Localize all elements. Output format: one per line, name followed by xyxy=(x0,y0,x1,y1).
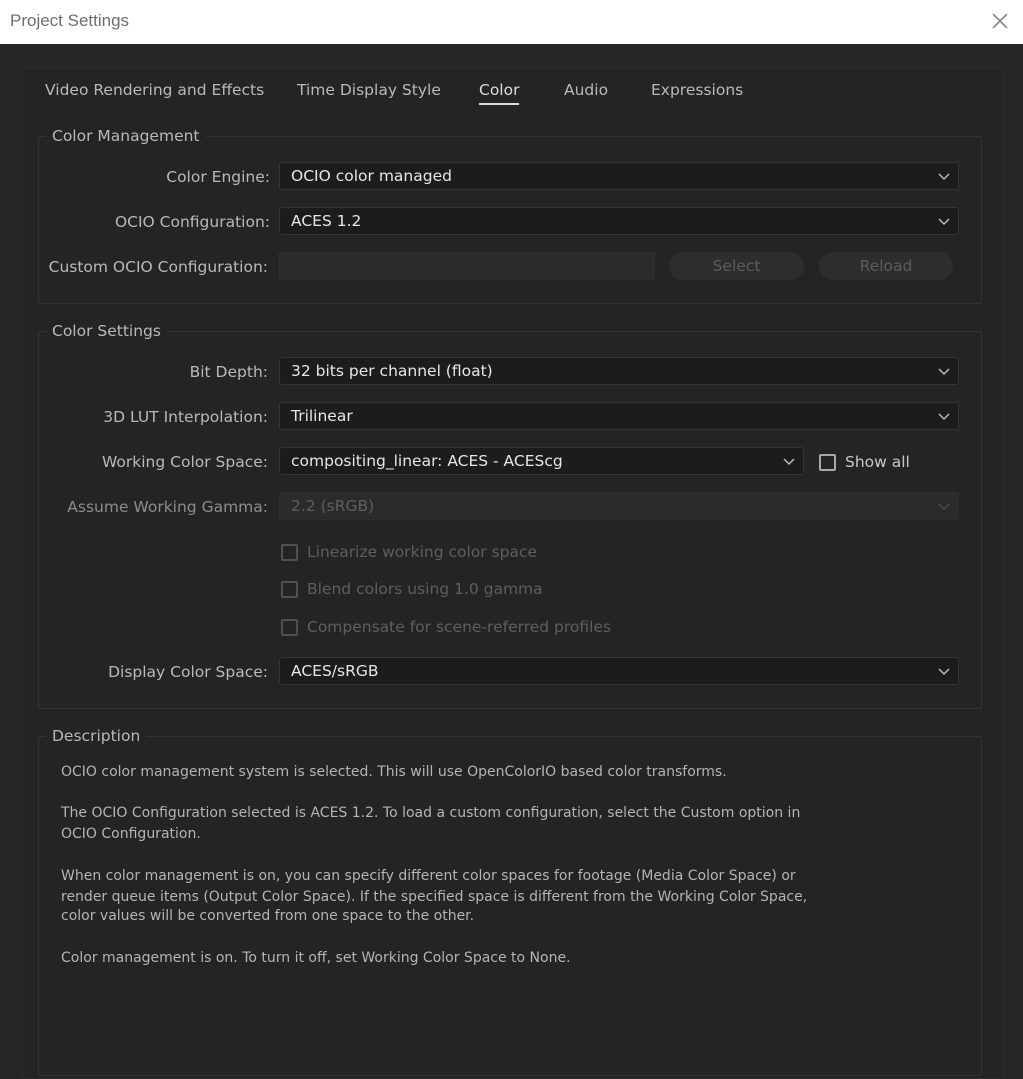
color-engine-label: Color Engine: xyxy=(166,168,270,186)
window-title: Project Settings xyxy=(10,11,130,30)
lut-interpolation-dropdown[interactable]: Trilinear xyxy=(279,402,959,430)
select-button: Select xyxy=(669,252,804,280)
color-engine-dropdown[interactable]: OCIO color managed xyxy=(279,162,959,190)
chevron-down-icon xyxy=(783,458,795,466)
custom-ocio-path-field xyxy=(279,252,655,280)
chevron-down-icon xyxy=(938,503,950,511)
lut-interpolation-label: 3D LUT Interpolation: xyxy=(103,408,268,426)
color-settings-group xyxy=(38,331,982,709)
compensate-label: Compensate for scene-referred profiles xyxy=(307,618,612,636)
display-color-space-value: ACES/sRGB xyxy=(291,662,379,680)
description-line-3c: color values will be converted from one … xyxy=(61,908,475,924)
chevron-down-icon xyxy=(938,668,950,676)
linearize-label: Linearize working color space xyxy=(307,543,538,561)
description-line-3b: render queue items (Output Color Space).… xyxy=(61,889,808,905)
chevron-down-icon xyxy=(938,413,950,421)
chevron-down-icon xyxy=(938,368,950,376)
working-color-space-dropdown[interactable]: compositing_linear: ACES - ACEScg xyxy=(279,447,804,475)
tab-color[interactable]: Color xyxy=(479,81,520,105)
tab-expressions[interactable]: Expressions xyxy=(651,81,743,103)
tab-video-rendering[interactable]: Video Rendering and Effects xyxy=(45,81,264,103)
compensate-checkbox xyxy=(281,619,298,636)
show-all-checkbox[interactable] xyxy=(819,454,836,471)
description-line-2b: OCIO Configuration. xyxy=(61,826,201,842)
chevron-down-icon xyxy=(938,218,950,226)
bit-depth-value: 32 bits per channel (float) xyxy=(291,362,493,380)
bit-depth-dropdown[interactable]: 32 bits per channel (float) xyxy=(279,357,959,385)
description-line-2a: The OCIO Configuration selected is ACES … xyxy=(61,805,801,821)
settings-panel: Video Rendering and Effects Time Display… xyxy=(22,67,1004,1079)
blend-colors-label: Blend colors using 1.0 gamma xyxy=(307,580,543,598)
ocio-config-dropdown[interactable]: ACES 1.2 xyxy=(279,207,959,235)
linearize-checkbox xyxy=(281,544,298,561)
working-gamma-value: 2.2 (sRGB) xyxy=(291,497,375,515)
tab-bar: Video Rendering and Effects Time Display… xyxy=(23,68,1003,118)
show-all-label: Show all xyxy=(845,453,910,471)
bit-depth-label: Bit Depth: xyxy=(189,363,268,381)
tab-audio[interactable]: Audio xyxy=(564,81,608,103)
close-icon[interactable] xyxy=(986,8,1014,36)
color-settings-title: Color Settings xyxy=(46,322,167,340)
working-color-space-value: compositing_linear: ACES - ACEScg xyxy=(291,452,563,470)
blend-colors-checkbox xyxy=(281,581,298,598)
description-line-3a: When color management is on, you can spe… xyxy=(61,868,796,884)
tab-time-display[interactable]: Time Display Style xyxy=(297,81,441,103)
custom-ocio-label: Custom OCIO Configuration: xyxy=(48,258,268,276)
ocio-config-value: ACES 1.2 xyxy=(291,212,362,230)
reload-button: Reload xyxy=(819,252,953,280)
display-color-space-label: Display Color Space: xyxy=(108,663,268,681)
working-gamma-label: Assume Working Gamma: xyxy=(67,498,268,516)
description-title: Description xyxy=(46,727,147,745)
color-management-title: Color Management xyxy=(46,127,206,145)
working-gamma-dropdown: 2.2 (sRGB) xyxy=(279,492,959,520)
display-color-space-dropdown[interactable]: ACES/sRGB xyxy=(279,657,959,685)
working-color-space-label: Working Color Space: xyxy=(102,453,268,471)
description-paragraph-4: Color management is on. To turn it off, … xyxy=(61,950,571,966)
lut-interpolation-value: Trilinear xyxy=(291,407,353,425)
description-paragraph-1: OCIO color management system is selected… xyxy=(61,764,727,780)
title-bar: Project Settings xyxy=(0,0,1023,44)
ocio-config-label: OCIO Configuration: xyxy=(114,213,270,231)
chevron-down-icon xyxy=(938,173,950,181)
color-engine-value: OCIO color managed xyxy=(291,167,452,185)
